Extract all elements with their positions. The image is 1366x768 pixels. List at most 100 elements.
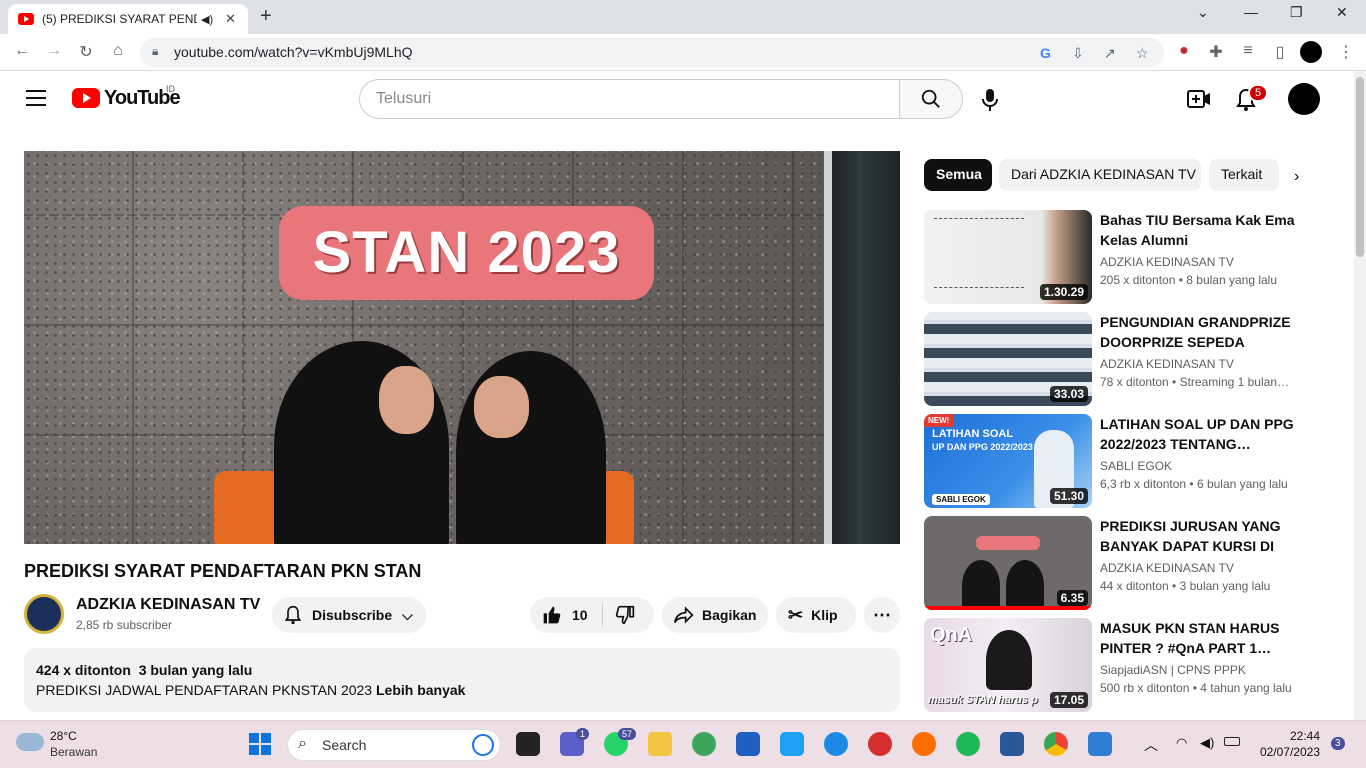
chip-related[interactable]: Terkait <box>1209 159 1279 191</box>
media-control-icon[interactable]: ≡ <box>1238 42 1258 60</box>
notification-center-badge[interactable]: 3 <box>1331 737 1345 750</box>
share-icon[interactable]: ↗ <box>1104 45 1116 62</box>
recommendation-item[interactable]: QnA masuk STAN harus p 17.05 MASUK PKN S… <box>924 618 1304 712</box>
search-input[interactable]: Telusuri <box>359 79 900 119</box>
youtube-logo-icon[interactable] <box>72 88 100 108</box>
wifi-icon[interactable]: ◠ <box>1176 735 1187 751</box>
chip-all[interactable]: Semua <box>924 159 992 191</box>
video-thumbnail[interactable]: QnA masuk STAN harus p 17.05 <box>924 618 1092 712</box>
profile-avatar[interactable] <box>1300 41 1322 63</box>
store-icon[interactable] <box>736 732 760 756</box>
account-avatar[interactable] <box>1288 83 1320 115</box>
back-icon[interactable]: ← <box>12 42 32 60</box>
game-app-icon[interactable] <box>868 732 892 756</box>
recommendation-meta: 205 x ditonton • 8 bulan yang lalu <box>1100 273 1278 287</box>
create-video-icon[interactable] <box>1187 88 1211 110</box>
taskbar-search-box[interactable]: ⌕ Search <box>287 729 501 761</box>
bookmark-star-icon[interactable]: ☆ <box>1136 45 1149 62</box>
new-tab-button[interactable]: + <box>260 5 272 28</box>
recommendation-channel[interactable]: SiapjadiASN | CPNS PPPK <box>1100 663 1246 677</box>
extension-icon[interactable]: ● <box>1174 42 1194 60</box>
clip-button[interactable]: ✂ Klip <box>776 597 856 633</box>
install-icon[interactable]: ⇩ <box>1072 45 1084 62</box>
task-view-icon[interactable] <box>516 732 540 756</box>
recommendation-channel[interactable]: ADZKIA KEDINASAN TV <box>1100 561 1234 575</box>
weather-desc[interactable]: Berawan <box>50 745 97 759</box>
channel-avatar[interactable] <box>24 594 64 634</box>
forward-icon[interactable]: → <box>44 42 64 60</box>
word-icon[interactable] <box>1000 732 1024 756</box>
video-thumbnail[interactable]: NEW! LATIHAN SOAL UP DAN PPG 2022/2023 S… <box>924 414 1092 508</box>
recommendation-meta: 44 x ditonton • 3 bulan yang lalu <box>1100 579 1271 593</box>
duration-badge: 1.30.29 <box>1039 284 1088 300</box>
clock-time[interactable]: 22:44 <box>1286 729 1320 743</box>
chevron-right-icon[interactable]: › <box>1294 168 1299 186</box>
side-panel-icon[interactable]: ▯ <box>1270 42 1290 62</box>
video-thumbnail[interactable]: 33.03 <box>924 312 1092 406</box>
bing-icon[interactable] <box>472 734 494 756</box>
chrome-icon[interactable] <box>1044 732 1068 756</box>
extensions-puzzle-icon[interactable]: ✚ <box>1206 42 1226 62</box>
description-box[interactable]: 424 x ditonton 3 bulan yang lalu PREDIKS… <box>24 648 900 712</box>
like-button[interactable]: 10 <box>542 605 588 625</box>
video-thumbnail[interactable]: 6.35 <box>924 516 1092 610</box>
recommendation-channel[interactable]: SABLI EGOK <box>1100 459 1172 473</box>
weather-temp[interactable]: 28°C <box>50 729 77 743</box>
thumbnail-caption: masuk STAN harus p <box>928 694 1038 706</box>
browser-app-icon[interactable] <box>692 732 716 756</box>
minimize-button[interactable]: — <box>1244 4 1258 20</box>
recommendation-channel[interactable]: ADZKIA KEDINASAN TV <box>1100 357 1234 371</box>
recommendation-item[interactable]: 1.30.29 Bahas TIU Bersama Kak Ema Kelas … <box>924 210 1304 304</box>
speaker-icon[interactable]: ◀) <box>201 13 215 26</box>
show-hidden-icons[interactable]: ︿ <box>1144 735 1158 755</box>
windows-start-icon[interactable] <box>249 733 271 755</box>
clock-date[interactable]: 02/07/2023 <box>1254 745 1320 759</box>
address-bar[interactable]: 🔒︎ youtube.com/watch?v=vKmbUj9MLhQ G ⇩ ↗… <box>140 38 1164 67</box>
duration-badge: 6.35 <box>1056 590 1088 606</box>
chip-from-channel[interactable]: Dari ADZKIA KEDINASAN TV <box>999 159 1201 191</box>
more-description-link[interactable]: Lebih banyak <box>376 682 465 698</box>
subscribe-button[interactable]: Disubscribe ⌵ <box>272 597 426 633</box>
volume-icon[interactable]: ◀) <box>1200 735 1214 751</box>
menu-icon[interactable] <box>26 90 46 111</box>
page-scrollbar[interactable] <box>1354 71 1366 720</box>
recommendation-item[interactable]: NEW! LATIHAN SOAL UP DAN PPG 2022/2023 S… <box>924 414 1304 508</box>
recommendation-channel[interactable]: ADZKIA KEDINASAN TV <box>1100 255 1234 269</box>
firefox-icon[interactable] <box>912 732 936 756</box>
scrollbar-thumb[interactable] <box>1356 77 1364 257</box>
recommendation-meta: 6,3 rb x ditonton • 6 bulan yang lalu <box>1100 477 1288 491</box>
video-player[interactable]: STAN 2023 <box>24 151 900 544</box>
myhp-icon[interactable] <box>780 732 804 756</box>
photos-icon[interactable] <box>1088 732 1112 756</box>
view-count: 424 x ditonton <box>36 662 131 678</box>
teams-badge: 1 <box>576 728 590 740</box>
tab-search-icon[interactable]: ⌄ <box>1197 4 1209 21</box>
recommendation-item[interactable]: 33.03 PENGUNDIAN GRANDPRIZE DOORPRIZE SE… <box>924 312 1304 406</box>
subscriber-count: 2,85 rb subscriber <box>76 618 173 632</box>
video-door <box>832 151 900 544</box>
file-explorer-icon[interactable] <box>648 732 672 756</box>
video-thumbnail[interactable]: 1.30.29 <box>924 210 1092 304</box>
weather-cloud-icon[interactable] <box>16 733 44 751</box>
channel-name[interactable]: ADZKIA KEDINASAN TV <box>76 596 260 614</box>
clip-label: Klip <box>811 607 838 623</box>
reload-icon[interactable]: ↻ <box>76 42 96 62</box>
close-window-button[interactable]: ✕ <box>1336 4 1348 21</box>
browser-tab[interactable]: (5) PREDIKSI SYARAT PENDAFTARAN PKN STAN… <box>8 4 248 34</box>
dislike-button[interactable] <box>615 605 635 625</box>
share-button[interactable]: Bagikan <box>662 597 768 633</box>
battery-icon[interactable] <box>1224 737 1240 746</box>
chrome-menu-icon[interactable]: ⋮ <box>1336 42 1356 62</box>
more-actions-button[interactable]: ⋯ <box>864 597 900 633</box>
microphone-icon[interactable] <box>982 89 998 111</box>
help-icon[interactable] <box>824 732 848 756</box>
recommendation-item[interactable]: 6.35 PREDIKSI JURUSAN YANG BANYAK DAPAT … <box>924 516 1304 610</box>
close-tab-icon[interactable]: ✕ <box>225 11 236 27</box>
google-lens-icon[interactable]: G <box>1040 45 1051 61</box>
home-icon[interactable]: ⌂ <box>108 42 128 60</box>
search-button[interactable] <box>899 79 963 119</box>
spotify-icon[interactable] <box>956 732 980 756</box>
lock-icon[interactable]: 🔒︎ <box>152 44 158 59</box>
maximize-button[interactable]: ❐ <box>1290 4 1303 21</box>
thumbnail-subtext: UP DAN PPG 2022/2023 <box>932 442 1033 452</box>
